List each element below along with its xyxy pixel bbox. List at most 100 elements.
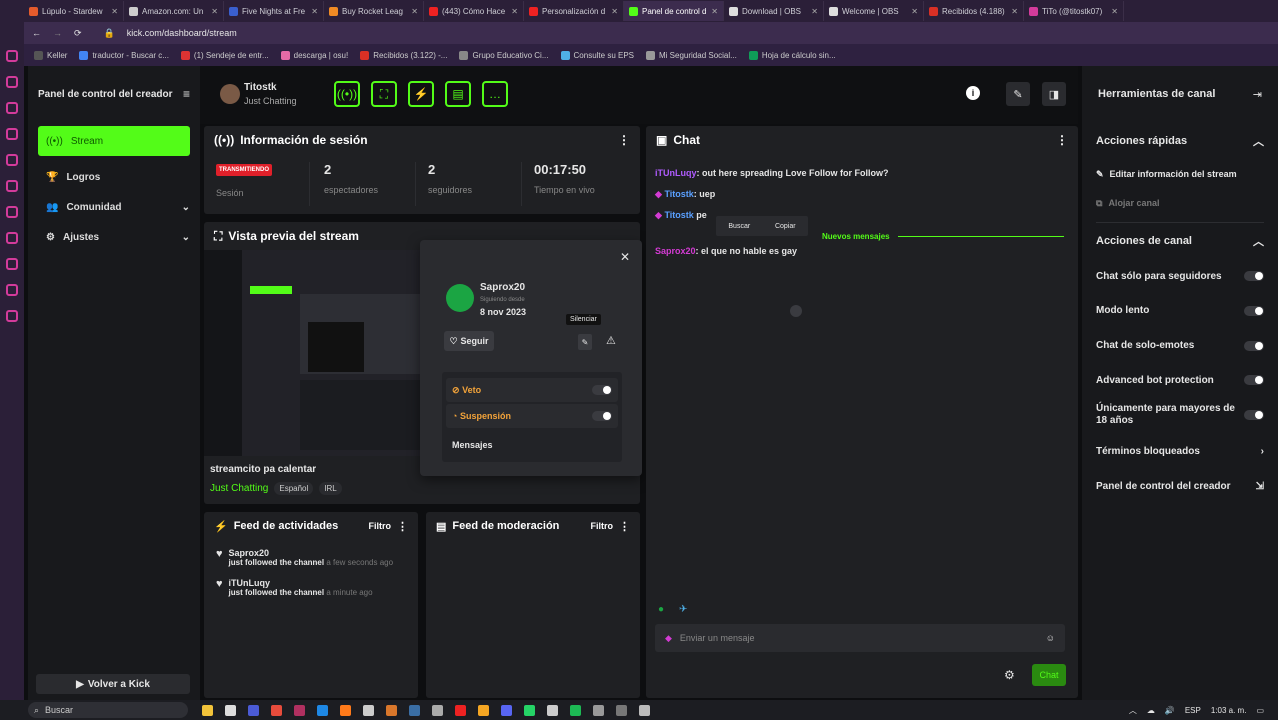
edit-button[interactable]: ✎ <box>1006 82 1030 106</box>
volume-icon[interactable]: 🔊 <box>1165 706 1175 715</box>
chat-button[interactable]: … <box>482 81 508 107</box>
sidebar-item-ajustes[interactable]: ⚙ Ajustes ⌄ <box>28 222 200 252</box>
close-icon[interactable]: ✕ <box>1011 7 1018 16</box>
broadcast-button[interactable]: ((•)) <box>334 81 360 107</box>
blocked-terms-item[interactable]: Términos bloqueados › <box>1082 433 1278 469</box>
toggle-row[interactable]: Chat de solo-emotes <box>1082 328 1278 363</box>
sidebar-app-icon[interactable] <box>6 310 18 322</box>
browser-tab[interactable]: Lúpulo - Stardew ✕ <box>24 1 124 21</box>
forward-icon[interactable]: → <box>53 28 62 38</box>
follow-button[interactable]: ♡ Seguir <box>444 331 494 351</box>
browser-tab[interactable]: Panel de control d ✕ <box>624 1 724 21</box>
mute-button[interactable]: ✎ <box>578 334 592 350</box>
language-indicator[interactable]: ESP <box>1185 706 1201 715</box>
sidebar-app-icon[interactable] <box>6 154 18 166</box>
bookmark-item[interactable]: Grupo Educativo Ci... <box>459 50 549 60</box>
taskbar-app-icon[interactable] <box>616 704 627 716</box>
followers-only-toggle[interactable] <box>1244 271 1264 281</box>
close-icon[interactable]: ✕ <box>111 7 118 16</box>
url-text[interactable]: kick.com/dashboard/stream <box>127 28 237 38</box>
host-channel-item[interactable]: ⧉ Alojar canal <box>1082 188 1278 218</box>
taskbar-search[interactable]: ⌕ Buscar <box>28 702 188 718</box>
browser-tab[interactable]: Recibidos (4.188) ✕ <box>924 1 1024 21</box>
filter-button[interactable]: Filtro <box>591 521 614 531</box>
emoji-icon[interactable]: ☺ <box>1046 633 1055 643</box>
taskbar-app-icon[interactable] <box>570 704 581 716</box>
ban-toggle[interactable] <box>592 385 612 395</box>
close-icon[interactable]: ✕ <box>311 7 318 16</box>
chat-send-button[interactable]: Chat <box>1032 664 1066 686</box>
taskbar-app-icon[interactable] <box>248 704 259 716</box>
emote-only-toggle[interactable] <box>1244 340 1264 351</box>
taskbar-app-icon[interactable] <box>409 704 420 716</box>
bookmark-item[interactable]: traductor - Buscar c... <box>79 50 169 60</box>
sidebar-app-icon[interactable] <box>6 232 18 244</box>
notification-icon[interactable]: ▭ <box>1256 706 1264 715</box>
gear-icon[interactable]: ⚙ <box>1004 668 1015 682</box>
network-icon[interactable]: ☁ <box>1147 706 1155 715</box>
close-icon[interactable]: ✕ <box>1111 7 1118 16</box>
chat-username[interactable]: Saprox20 <box>655 246 696 256</box>
chevron-up-icon[interactable]: ︿ <box>1253 233 1264 249</box>
chat-username[interactable]: Titostk <box>664 189 693 199</box>
taskbar-app-icon[interactable] <box>340 704 351 716</box>
bookmark-item[interactable]: Consulte su EPS <box>560 50 634 60</box>
filter-button[interactable]: Filtro <box>369 521 392 531</box>
chevron-up-icon[interactable]: ︿ <box>1129 705 1137 716</box>
warning-icon[interactable]: ⚠ <box>606 334 616 347</box>
taskbar-app-icon[interactable] <box>478 704 489 716</box>
taskbar-app-icon[interactable] <box>317 704 328 716</box>
toggle-row[interactable]: Advanced bot protection <box>1082 363 1278 397</box>
info-icon[interactable]: i <box>966 86 980 100</box>
taskbar-app-icon[interactable] <box>524 704 535 716</box>
bookmark-item[interactable]: Recibidos (3.122) -... <box>360 50 447 60</box>
more-icon[interactable]: ⋮ <box>619 520 630 533</box>
sidebar-item-stream[interactable]: ((•)) Stream <box>38 126 190 156</box>
browser-tab[interactable]: Personalización d ✕ <box>524 1 624 21</box>
sidebar-app-icon[interactable] <box>6 102 18 114</box>
adults-only-toggle[interactable] <box>1244 410 1264 420</box>
close-icon[interactable]: ✕ <box>911 7 918 16</box>
back-to-kick-button[interactable]: ▶ Volver a Kick <box>36 674 190 694</box>
sidebar-item-logros[interactable]: 🏆 Logros <box>28 162 200 192</box>
taskbar-app-icon[interactable] <box>547 704 558 716</box>
sidebar-app-icon[interactable] <box>6 76 18 88</box>
ban-row[interactable]: ⊘ Veto <box>446 378 618 402</box>
back-icon[interactable]: ← <box>32 28 41 38</box>
taskbar-app-icon[interactable] <box>386 704 397 716</box>
bookmark-item[interactable]: Hoja de cálculo sin... <box>748 50 836 60</box>
pin-icon[interactable]: ✈ <box>679 604 687 615</box>
chat-input[interactable]: ◆ Enviar un mensaje ☺ <box>655 624 1065 652</box>
browser-tab[interactable]: Buy Rocket Leag ✕ <box>324 1 424 21</box>
reload-icon[interactable]: ⟳ <box>74 28 82 39</box>
activity-button[interactable]: ⚡ <box>408 81 434 107</box>
sidebar-app-icon[interactable] <box>6 50 18 62</box>
taskbar-app-icon[interactable] <box>455 704 466 716</box>
tag[interactable]: Español <box>274 482 314 495</box>
browser-tab[interactable]: Amazon.com: Un ✕ <box>124 1 224 21</box>
toggle-row[interactable]: Chat sólo para seguidores <box>1082 259 1278 293</box>
more-icon[interactable]: ⋮ <box>397 520 408 533</box>
browser-tab[interactable]: Welcome | OBS ✕ <box>824 1 924 21</box>
taskbar-app-icon[interactable] <box>639 704 650 716</box>
messages-link[interactable]: Mensajes <box>442 430 622 460</box>
close-icon[interactable]: ✕ <box>811 7 818 16</box>
context-search[interactable]: Buscar <box>728 223 750 230</box>
creator-dashboard-item[interactable]: Panel de control del creador ⇲ <box>1082 469 1278 503</box>
layout-button[interactable]: ◨ <box>1042 82 1066 106</box>
sidebar-app-icon[interactable] <box>6 284 18 296</box>
sidebar-item-comunidad[interactable]: 👥 Comunidad ⌄ <box>28 192 200 222</box>
chat-username[interactable]: Titostk <box>664 210 693 220</box>
toggle-row[interactable]: Únicamente para mayores de 18 años <box>1082 397 1278 433</box>
collapse-icon[interactable]: ⇥ <box>1253 88 1262 101</box>
collapse-icon[interactable]: ≡ <box>183 87 190 101</box>
clock[interactable]: 1:03 a. m. <box>1211 706 1247 715</box>
taskbar-app-icon[interactable] <box>202 704 213 716</box>
taskbar-app-icon[interactable] <box>593 704 604 716</box>
bookmark-item[interactable]: descarga | osu! <box>280 50 348 60</box>
close-icon[interactable]: ✕ <box>211 7 218 16</box>
more-icon[interactable]: ⋮ <box>618 133 630 147</box>
browser-tab[interactable]: (443) Cómo Hace ✕ <box>424 1 524 21</box>
preview-button[interactable]: ⛶ <box>371 81 397 107</box>
emote-icon[interactable]: ● <box>658 604 664 615</box>
